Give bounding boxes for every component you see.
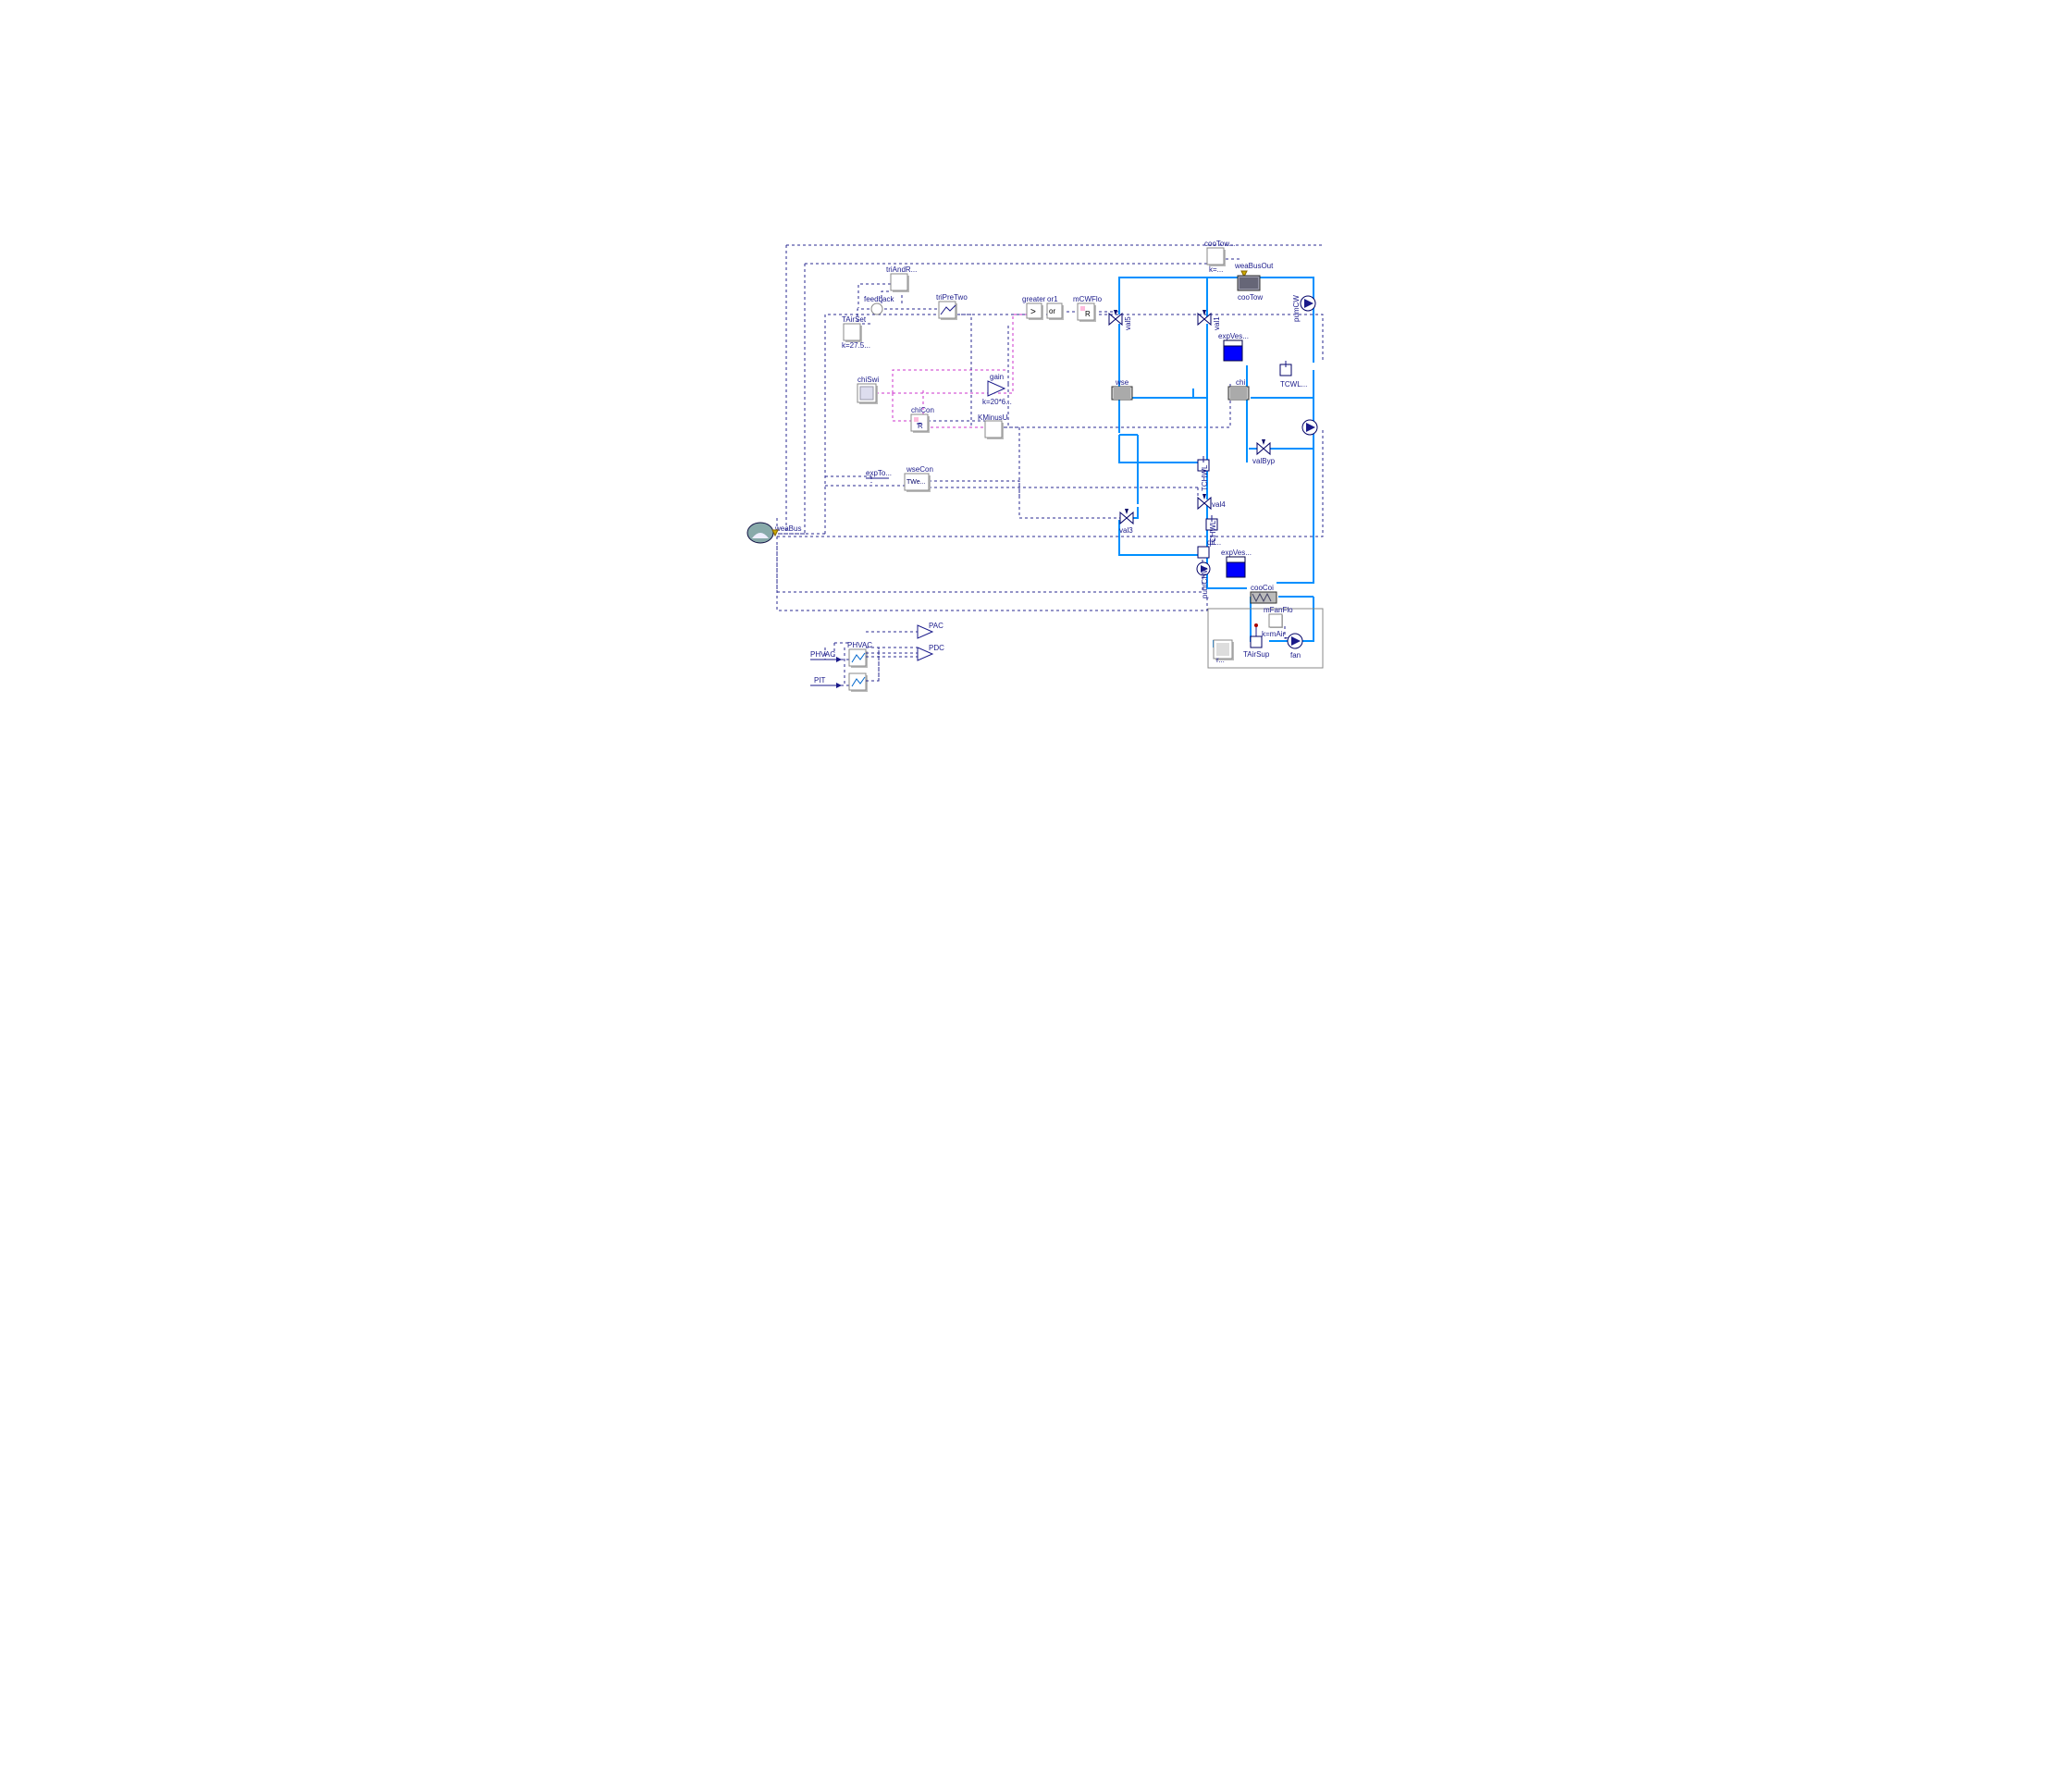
svg-text:expTo...: expTo... — [866, 469, 892, 477]
svg-text:or: or — [1049, 307, 1055, 315]
block-fan: fan — [1288, 634, 1302, 660]
block-wseCon: TWe... wseCon — [905, 465, 933, 492]
block-chiCon: R chiCon — [911, 406, 934, 433]
block-or1: or or1 — [1047, 295, 1064, 320]
svg-text:gain: gain — [990, 373, 1004, 381]
svg-text:>: > — [1030, 307, 1036, 317]
svg-text:val4: val4 — [1212, 500, 1226, 509]
svg-text:or1: or1 — [1047, 295, 1058, 303]
svg-text:TWe...: TWe... — [906, 479, 926, 486]
svg-text:k=20*6...: k=20*6... — [982, 398, 1012, 406]
svg-text:mFanFlo: mFanFlo — [1264, 606, 1293, 614]
svg-text:R: R — [1085, 310, 1091, 318]
block-pumCW: pumCW — [1292, 295, 1315, 322]
svg-text:PDC: PDC — [929, 644, 944, 652]
block-TAirSup: TAirSup — [1243, 623, 1270, 659]
svg-text:val1: val1 — [1213, 316, 1221, 330]
svg-text:r...: r... — [1216, 656, 1225, 664]
block-room: r... — [1214, 640, 1234, 664]
svg-text:cooTow: cooTow — [1238, 293, 1263, 302]
svg-text:greater: greater — [1022, 295, 1046, 303]
block-KMinusU: KMinusU — [978, 413, 1008, 439]
block-mFanFlo: mFanFlo k=mAir_... — [1262, 606, 1295, 638]
svg-text:PIT: PIT — [814, 676, 826, 684]
fluid-pipes — [1119, 278, 1314, 648]
svg-text:chi: chi — [1236, 378, 1245, 387]
block-triResTwo: triPreTwo — [936, 293, 968, 320]
svg-text:KMinusU: KMinusU — [978, 413, 1008, 422]
block-cooCoi: cooCoi — [1251, 584, 1276, 603]
svg-text:wseCon: wseCon — [906, 465, 933, 474]
block-wse: wse — [1112, 378, 1132, 400]
block-cooTow: cooTow — [1238, 276, 1263, 302]
svg-text:expVes...: expVes... — [1221, 549, 1252, 557]
svg-text:R: R — [918, 422, 923, 430]
block-greater: > greater — [1022, 295, 1046, 320]
svg-text:chiCon: chiCon — [911, 406, 934, 414]
svg-text:TCHWL: TCHWL — [1201, 464, 1209, 491]
svg-text:pumCW: pumCW — [1292, 295, 1301, 322]
diagram-canvas: weaBus TAirSet k=27.5... feedback triAnd… — [490, 0, 1582, 925]
block-chi: chi — [1228, 378, 1249, 400]
svg-text:weaBusOut: weaBusOut — [1234, 262, 1274, 270]
block-feedback: feedback — [864, 295, 894, 314]
block-cooTowSet: cooTow... k=... — [1204, 240, 1235, 274]
svg-text:mCWFlo: mCWFlo — [1073, 295, 1103, 303]
svg-text:PHVAC: PHVAC — [810, 650, 835, 659]
block-chiSwi: chiSwi — [857, 376, 879, 404]
svg-text:feedback: feedback — [864, 295, 894, 303]
svg-text:k=27.5...: k=27.5... — [842, 341, 870, 350]
block-gain: gain k=20*6... — [982, 373, 1012, 406]
svg-text:pumCHW: pumCHW — [1201, 566, 1209, 598]
block-expVes-top: expVes... — [1218, 332, 1249, 361]
label-weabus: weaBus — [774, 524, 801, 533]
svg-text:cooCoi: cooCoi — [1251, 584, 1274, 592]
block-mCWFlo: R mCWFlo — [1073, 295, 1103, 322]
svg-text:valByp: valByp — [1252, 457, 1276, 465]
svg-text:triPreTwo: triPreTwo — [936, 293, 968, 302]
svg-text:TAirSet: TAirSet — [842, 315, 867, 324]
svg-text:cooTow...: cooTow... — [1204, 240, 1235, 248]
svg-text:triAndR...: triAndR... — [886, 265, 917, 274]
weather-source: weaBus — [747, 523, 801, 543]
svg-text:expVes...: expVes... — [1218, 332, 1249, 340]
svg-text:dif...: dif... — [1207, 538, 1221, 547]
label-expTo: expTo... — [866, 469, 892, 478]
svg-text:TAirSup: TAirSup — [1243, 650, 1270, 659]
weabus-top: weaBusOut — [1234, 262, 1274, 277]
block-triAndR: triAndR... — [886, 265, 917, 292]
power-section: PHVAC PIT PHVAC PAC PDC — [810, 622, 944, 692]
svg-text:k=...: k=... — [1209, 265, 1223, 274]
svg-text:wse: wse — [1115, 378, 1129, 387]
block-TAirSet: TAirSet k=27.5... — [842, 315, 870, 350]
block-expVes-bottom: expVes... — [1221, 549, 1252, 577]
svg-text:fan: fan — [1290, 651, 1301, 660]
svg-text:PAC: PAC — [929, 622, 944, 630]
svg-text:chiSwi: chiSwi — [857, 376, 879, 384]
svg-text:val5: val5 — [1124, 316, 1132, 330]
svg-text:val3: val3 — [1119, 526, 1133, 535]
svg-text:PHVAC: PHVAC — [847, 641, 872, 649]
svg-text:TCWL...: TCWL... — [1280, 380, 1307, 388]
